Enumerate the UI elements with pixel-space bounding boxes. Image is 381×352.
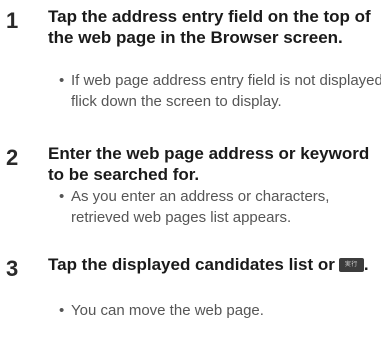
bullet-icon: •: [59, 188, 65, 205]
bullet-icon: •: [59, 302, 65, 319]
step-note: • You can move the web page.: [59, 300, 381, 321]
step-title-text: Tap the displayed candidates list or: [48, 255, 335, 274]
step-note: • If web page address entry field is not …: [59, 70, 381, 112]
exec-button-icon: 実行: [338, 258, 364, 272]
step-title-suffix: .: [363, 255, 369, 274]
step-title: Enter the web page address or keyword to…: [48, 144, 370, 184]
step-note: • As you enter an address or characters, …: [59, 186, 381, 228]
step-number: 2: [6, 145, 19, 170]
step-note-text: If web page address entry field is not d…: [71, 72, 381, 110]
step-number: 3: [6, 256, 19, 281]
step-note-text: You can move the web page.: [71, 302, 264, 319]
step-number: 1: [6, 8, 19, 33]
exec-button-label: 実行: [344, 262, 358, 268]
bullet-icon: •: [59, 72, 65, 89]
step-title: Tap the address entry field on the top o…: [48, 7, 371, 47]
step-note-text: As you enter an address or characters, r…: [71, 188, 330, 226]
step-title: Tap the displayed candidates list or 実行.: [48, 254, 378, 275]
